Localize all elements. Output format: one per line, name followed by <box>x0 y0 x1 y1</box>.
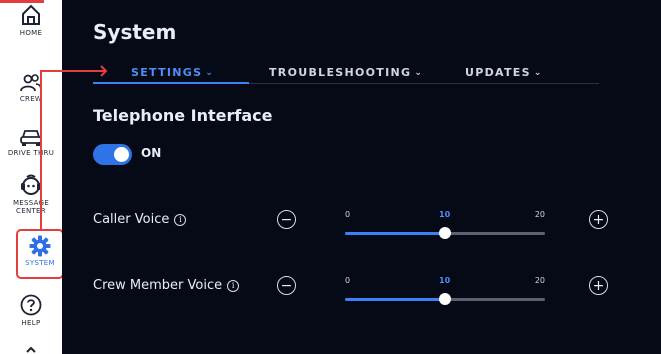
tab-label: SETTINGS <box>131 66 203 79</box>
chevron-up-icon <box>26 346 36 353</box>
plus-icon: + <box>592 211 605 228</box>
control-label: Crew Member Voice <box>93 278 223 293</box>
slider-max-label: 20 <box>534 210 545 219</box>
sidebar-item-label: SYSTEM <box>25 259 55 267</box>
sidebar-item-label: HOME <box>19 29 43 37</box>
minus-icon: − <box>280 277 293 294</box>
info-icon[interactable]: i <box>174 213 187 226</box>
sidebar-item-label: HELP <box>21 319 41 327</box>
sidebar-item-label: DRIVE THRU <box>7 149 55 157</box>
sidebar: HOME CREW DRIVE THRU MESSAGE CENTER SYST… <box>0 0 64 354</box>
slider-min-label: 0 <box>345 276 351 285</box>
slider-fill <box>345 298 445 301</box>
annotation-line-horizontal <box>40 70 96 72</box>
gear-icon <box>29 235 51 257</box>
crew-member-voice-slider[interactable]: 0 10 20 <box>345 276 545 312</box>
slider-min-label: 0 <box>345 210 351 219</box>
slider-value-label: 10 <box>439 276 451 285</box>
caller-voice-decrease-button[interactable]: − <box>277 210 296 229</box>
annotation-line-vertical <box>40 70 42 231</box>
annotation-arrow-icon <box>94 65 108 77</box>
sidebar-item-drive-thru[interactable]: DRIVE THRU <box>0 128 62 157</box>
section-title: Telephone Interface <box>93 106 273 125</box>
minus-icon: − <box>280 211 293 228</box>
tab-updates[interactable]: UPDATES ⌄ <box>465 66 543 79</box>
crew-member-voice-decrease-button[interactable]: − <box>277 276 296 295</box>
info-icon[interactable]: i <box>227 279 240 292</box>
tab-divider <box>249 83 599 84</box>
sidebar-item-help[interactable]: HELP <box>0 294 62 327</box>
slider-fill <box>345 232 445 235</box>
slider-max-label: 20 <box>534 276 545 285</box>
slider-thumb[interactable] <box>439 293 451 305</box>
slider-value-label: 10 <box>439 210 451 219</box>
plus-icon: + <box>592 277 605 294</box>
telephone-interface-toggle[interactable] <box>93 144 132 165</box>
chevron-down-icon: ⌄ <box>205 67 215 78</box>
toggle-knob <box>114 147 129 162</box>
sidebar-item-label: MESSAGE <box>12 199 50 207</box>
toggle-state-label: ON <box>141 146 162 160</box>
chevron-down-icon: ⌄ <box>533 67 543 78</box>
sidebar-item-home[interactable]: HOME <box>0 0 62 37</box>
tab-label: UPDATES <box>465 66 531 79</box>
main-panel: System SETTINGS ⌄ TROUBLESHOOTING ⌄ UPDA… <box>62 0 661 354</box>
page-title: System <box>93 20 177 44</box>
tab-troubleshooting[interactable]: TROUBLESHOOTING ⌄ <box>269 66 423 79</box>
crew-member-voice-increase-button[interactable]: + <box>589 276 608 295</box>
slider-thumb[interactable] <box>439 227 451 239</box>
control-label: Caller Voice <box>93 212 170 227</box>
home-icon <box>22 4 40 25</box>
help-icon <box>20 294 42 316</box>
active-tab-indicator <box>93 82 249 84</box>
tab-label: TROUBLESHOOTING <box>269 66 412 79</box>
sidebar-item-crew[interactable]: CREW <box>0 74 62 103</box>
caller-voice-label: Caller Voice i <box>93 212 187 227</box>
sidebar-item-partial[interactable] <box>0 345 62 353</box>
caller-voice-slider[interactable]: 0 10 20 <box>345 210 545 246</box>
sidebar-item-label: CREW <box>19 95 43 103</box>
sidebar-item-system[interactable]: SYSTEM <box>16 229 64 279</box>
chevron-down-icon: ⌄ <box>414 67 424 78</box>
sidebar-item-message-center[interactable]: MESSAGE CENTER <box>0 174 62 215</box>
caller-voice-increase-button[interactable]: + <box>589 210 608 229</box>
crew-member-voice-label: Crew Member Voice i <box>93 278 240 293</box>
tab-settings[interactable]: SETTINGS ⌄ <box>131 66 214 79</box>
